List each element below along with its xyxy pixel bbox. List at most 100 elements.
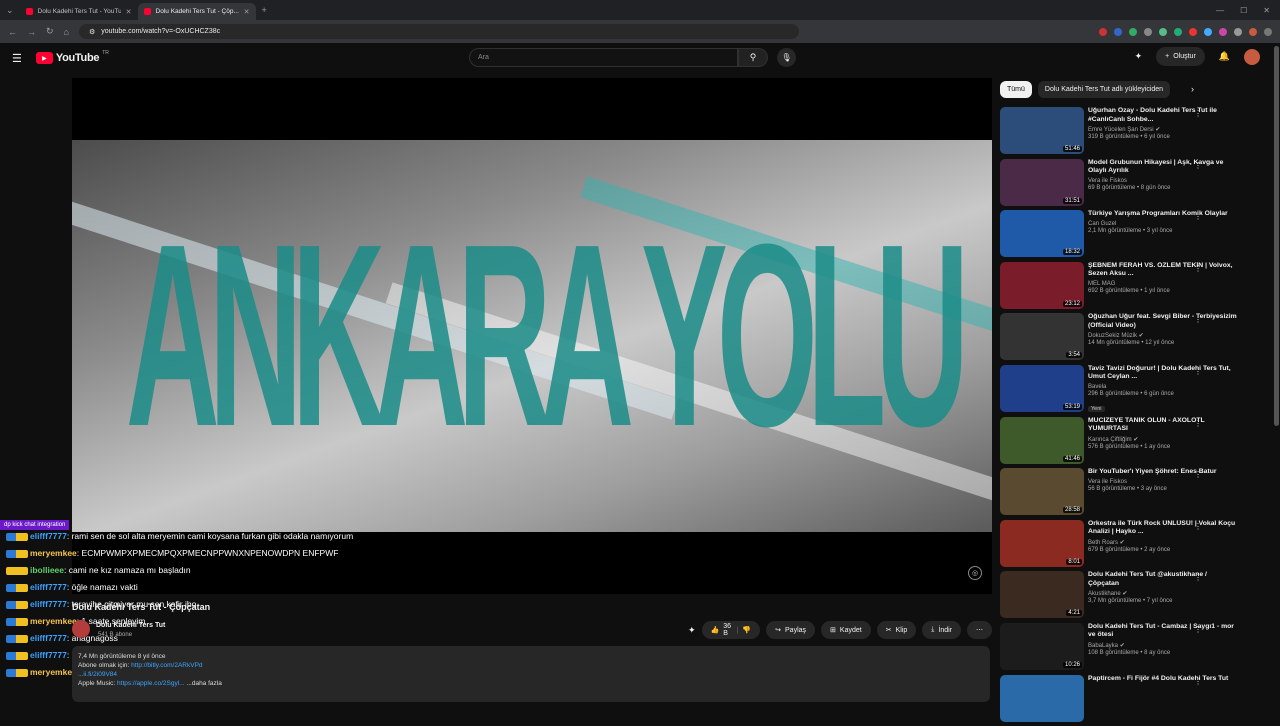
extension-icon[interactable] [1189, 27, 1197, 36]
reload-icon[interactable]: ↻ [46, 26, 54, 37]
chip-all[interactable]: Tümü [1000, 80, 1032, 98]
cast-icon[interactable]: ✦ [1135, 51, 1143, 62]
extension-icon[interactable] [1234, 27, 1242, 36]
sparkle-icon[interactable]: ✦ [688, 625, 696, 636]
recommendation-item[interactable]: 51:46 Uğurhan Özay - Dolu Kadehi Ters Tut… [1000, 107, 1262, 158]
more-options-icon[interactable]: ⋮ [1194, 625, 1202, 634]
recommendation-title[interactable]: MUCİZEYE TANIK OLUN - AXOLOTL YUMURTASI [1088, 417, 1238, 434]
recommendation-title[interactable]: Model Grubunun Hikayesi | Aşk, Kavga ve … [1088, 159, 1238, 176]
youtube-logo[interactable]: ▶ YouTube TR [35, 50, 109, 64]
search-input[interactable]: Ara [469, 48, 738, 67]
download-button[interactable]: ⤓ İndir [922, 621, 961, 639]
more-actions-button[interactable]: ⋯ [967, 621, 992, 639]
notifications-bell-icon[interactable]: 🔔 [1219, 51, 1230, 62]
hamburger-menu-icon[interactable]: ☰ [12, 52, 22, 65]
recommendation-item[interactable]: 23:12 ŞEBNEM FERAH VS. ÖZLEM TEKİN | Volv… [1000, 261, 1262, 313]
recommendation-item[interactable]: 31:51 Model Grubunun Hikayesi | Aşk, Kavg… [1000, 158, 1262, 210]
recommendation-title[interactable]: Dolu Kadehi Ters Tut @akustikhane / Çöpç… [1088, 571, 1238, 588]
create-button[interactable]: + Oluştur [1156, 47, 1205, 66]
recommendation-item[interactable]: 18:32 Türkiye Yarışma Programları Komik O… [1000, 210, 1262, 261]
show-more-link[interactable]: ...daha fazla [186, 680, 221, 687]
video-thumbnail[interactable]: 18:32 [1000, 210, 1084, 258]
browser-tab-1[interactable]: Dolu Kadehi Ters Tut - YouTube ✕ [20, 3, 138, 20]
apple-music-link[interactable]: https://apple.co/2Sgyl... [117, 680, 185, 687]
recommendation-channel[interactable]: BabaLayka ✔ [1088, 642, 1238, 649]
close-tab-icon[interactable]: ✕ [244, 8, 250, 16]
channel-watermark-icon[interactable]: ◎ [968, 566, 982, 580]
video-thumbnail[interactable]: 23:12 [1000, 261, 1084, 309]
recommendation-channel[interactable]: MEL MAG [1088, 281, 1238, 287]
recommendation-channel[interactable]: Bavela [1088, 384, 1238, 390]
video-thumbnail[interactable]: 31:51 [1000, 158, 1084, 206]
recommendation-channel[interactable]: Vera ile Fiskos [1088, 479, 1238, 485]
description-link[interactable]: http://bitly.com/2ARkVPd [131, 662, 202, 669]
voice-search-button[interactable]: 🎙 [777, 48, 796, 67]
more-options-icon[interactable]: ⋮ [1194, 419, 1202, 428]
share-button[interactable]: ↪ Paylaş [766, 621, 816, 639]
avatar[interactable] [1244, 48, 1260, 65]
recommendation-title[interactable]: Oğuzhan Uğur feat. Sevgi Biber - Terbiye… [1088, 313, 1238, 330]
recommendation-channel[interactable]: Karınca Çiftliğim ✔ [1088, 436, 1238, 443]
profile-icon[interactable] [1249, 27, 1257, 36]
extension-icon[interactable] [1204, 27, 1212, 36]
recommendation-channel[interactable]: Can Guzel [1088, 221, 1238, 227]
video-thumbnail[interactable] [1000, 674, 1084, 722]
recommendation-item[interactable]: 8:01 Orkestra ile Türk Rock ÜNLÜSÜ! | Vok… [1000, 519, 1262, 571]
recommendation-title[interactable]: Uğurhan Özay - Dolu Kadehi Ters Tut ile … [1088, 107, 1238, 124]
recommendation-channel[interactable]: DokuzSekiz Müzik ✔ [1088, 332, 1238, 339]
recommendation-item[interactable]: 53:19 Taviz Tavizi Doğurur! | Dolu Kadehi… [1000, 364, 1262, 416]
recommendation-channel[interactable]: Akustikhane ✔ [1088, 590, 1238, 597]
extension-icon[interactable] [1174, 27, 1182, 36]
recommendation-item[interactable]: 10:26 Dolu Kadehi Ters Tut - Cambaz | Say… [1000, 622, 1262, 674]
more-options-icon[interactable]: ⋮ [1194, 161, 1202, 170]
more-options-icon[interactable]: ⋮ [1194, 212, 1202, 221]
video-thumbnail[interactable]: 8:01 [1000, 519, 1084, 567]
back-icon[interactable]: ← [8, 27, 17, 37]
recommendation-channel[interactable]: Emre Yücelen Şan Dersi ✔ [1088, 126, 1238, 133]
recommendation-title[interactable]: Dolu Kadehi Ters Tut - Cambaz | Saygı1 -… [1088, 623, 1238, 640]
thumbs-down-icon[interactable]: 👎 [742, 626, 751, 634]
video-thumbnail[interactable]: 4:21 [1000, 571, 1084, 619]
search-button[interactable]: ⚲ [738, 48, 768, 67]
extension-icon[interactable] [1159, 27, 1167, 36]
chip-uploader[interactable]: Dolu Kadehi Ters Tut adlı yükleyiciden [1037, 80, 1171, 98]
recommendation-item[interactable]: 41:46 MUCİZEYE TANIK OLUN - AXOLOTL YUMUR… [1000, 416, 1262, 468]
description-box[interactable]: 7,4 Mn görüntüleme 8 yıl önce Abone olma… [72, 646, 990, 702]
recommendation-item[interactable]: 28:58 Bir YouTuber'ı Yiyen Şöhret: Enes B… [1000, 468, 1262, 519]
video-thumbnail[interactable]: 3:54 [1000, 313, 1084, 361]
recommendation-title[interactable]: ŞEBNEM FERAH VS. ÖZLEM TEKİN | Volvox, S… [1088, 262, 1238, 279]
menu-icon[interactable] [1264, 27, 1272, 36]
recommendation-title[interactable]: Orkestra ile Türk Rock ÜNLÜSÜ! | Vokal K… [1088, 520, 1238, 537]
channel-name[interactable]: Dolu Kadehi Ters Tut [96, 622, 165, 629]
url-field[interactable]: ⚙ youtube.com/watch?v=-OxUCHCZ38c [78, 24, 799, 39]
tab-search-icon[interactable]: ⌄ [6, 5, 14, 16]
more-options-icon[interactable]: ⋮ [1194, 677, 1202, 686]
recommendation-item[interactable]: Paptircem - Fi Fijör #4 Dolu Kadehi Ters… [1000, 674, 1262, 726]
recommendation-title[interactable]: Bir YouTuber'ı Yiyen Şöhret: Enes Batur [1088, 468, 1238, 477]
more-options-icon[interactable]: ⋮ [1194, 522, 1202, 531]
close-window-icon[interactable]: ✕ [1263, 6, 1270, 15]
recommendation-title[interactable]: Türkiye Yarışma Programları Komik Olayla… [1088, 210, 1238, 219]
recommendation-title[interactable]: Taviz Tavizi Doğurur! | Dolu Kadehi Ters… [1088, 365, 1238, 382]
extension-icon[interactable] [1099, 27, 1107, 36]
more-options-icon[interactable]: ⋮ [1194, 573, 1202, 582]
site-info-icon[interactable]: ⚙ [89, 28, 95, 36]
more-options-icon[interactable]: ⋮ [1194, 367, 1202, 376]
video-thumbnail[interactable]: 10:26 [1000, 622, 1084, 670]
recommendation-channel[interactable]: Vera ile Fiskos [1088, 178, 1238, 184]
extension-icon[interactable] [1219, 27, 1227, 36]
minimize-icon[interactable]: — [1216, 6, 1224, 15]
video-thumbnail[interactable]: 28:58 [1000, 468, 1084, 516]
close-tab-icon[interactable]: ✕ [126, 8, 132, 16]
clip-button[interactable]: ✂ Klip [876, 621, 917, 639]
more-options-icon[interactable]: ⋮ [1194, 109, 1202, 118]
new-tab-icon[interactable]: + [262, 5, 267, 15]
extension-icon[interactable] [1129, 27, 1137, 36]
extension-icon[interactable] [1114, 27, 1122, 36]
video-thumbnail[interactable]: 51:46 [1000, 107, 1084, 154]
chevron-right-icon[interactable]: › [1191, 84, 1262, 94]
recommendation-channel[interactable]: Beth Roars ✔ [1088, 539, 1238, 546]
extension-icon[interactable] [1144, 27, 1152, 36]
like-button[interactable]: 👍 36 B | 👎 [701, 621, 761, 639]
scrollbar[interactable] [1274, 46, 1279, 426]
